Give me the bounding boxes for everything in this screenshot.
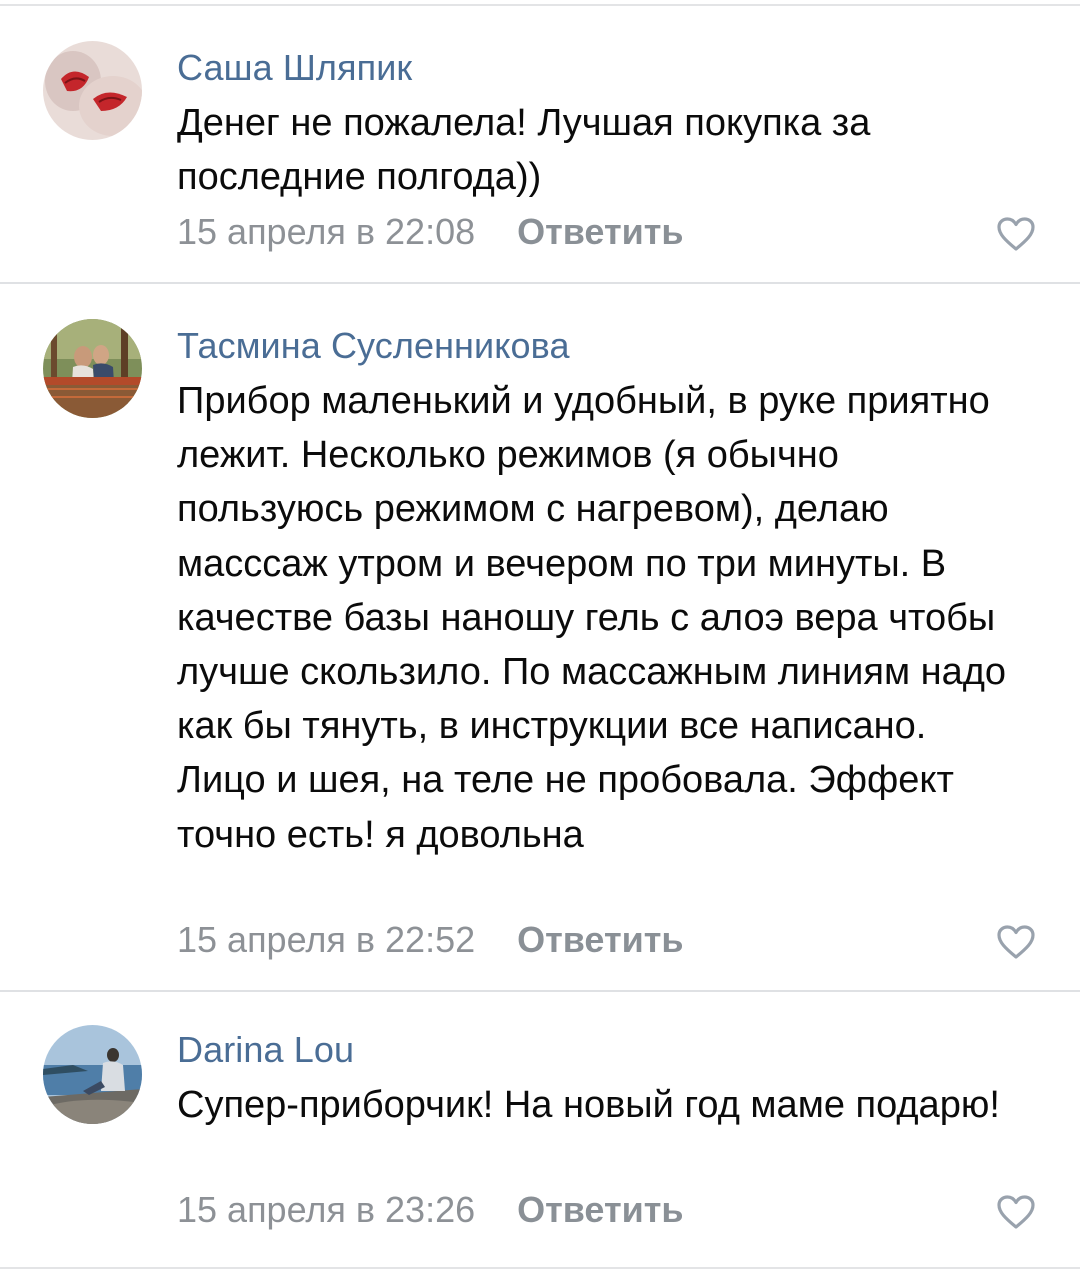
avatar[interactable] [43, 41, 142, 140]
heart-outline-icon[interactable] [996, 1194, 1036, 1230]
avatar[interactable] [43, 319, 142, 418]
comment-date: 15 апреля в 22:08 [177, 211, 475, 252]
heart-outline-icon[interactable] [996, 216, 1036, 252]
comment-meta: 15 апреля в 23:26 Ответить [177, 1188, 684, 1232]
comment-item: Darina Lou Супер-приборчик! На новый год… [0, 990, 1080, 1264]
comment-text: Супер-приборчик! На новый год маме подар… [177, 1078, 1020, 1132]
comment-text: Прибор маленький и удобный, в руке прият… [177, 374, 1020, 862]
comment-item: Тасмина Сусленникова Прибор маленький и … [0, 282, 1080, 990]
comment-text: Денег не пожалела! Лучшая покупка за пос… [177, 96, 1020, 204]
reply-button[interactable]: Ответить [517, 1189, 683, 1230]
comment-author[interactable]: Тасмина Сусленникова [177, 326, 1020, 366]
comment-date: 15 апреля в 22:52 [177, 919, 475, 960]
comment-date: 15 апреля в 23:26 [177, 1189, 475, 1230]
comment-meta: 15 апреля в 22:08 Ответить [177, 210, 684, 254]
comment-item: Саша Шляпик Денег не пожалела! Лучшая по… [0, 6, 1080, 282]
comment-author[interactable]: Саша Шляпик [177, 48, 1020, 88]
avatar[interactable] [43, 1025, 142, 1124]
reply-button[interactable]: Ответить [517, 211, 683, 252]
heart-outline-icon[interactable] [996, 924, 1036, 960]
reply-button[interactable]: Ответить [517, 919, 683, 960]
comment-author[interactable]: Darina Lou [177, 1030, 1020, 1070]
comment-meta: 15 апреля в 22:52 Ответить [177, 918, 684, 962]
